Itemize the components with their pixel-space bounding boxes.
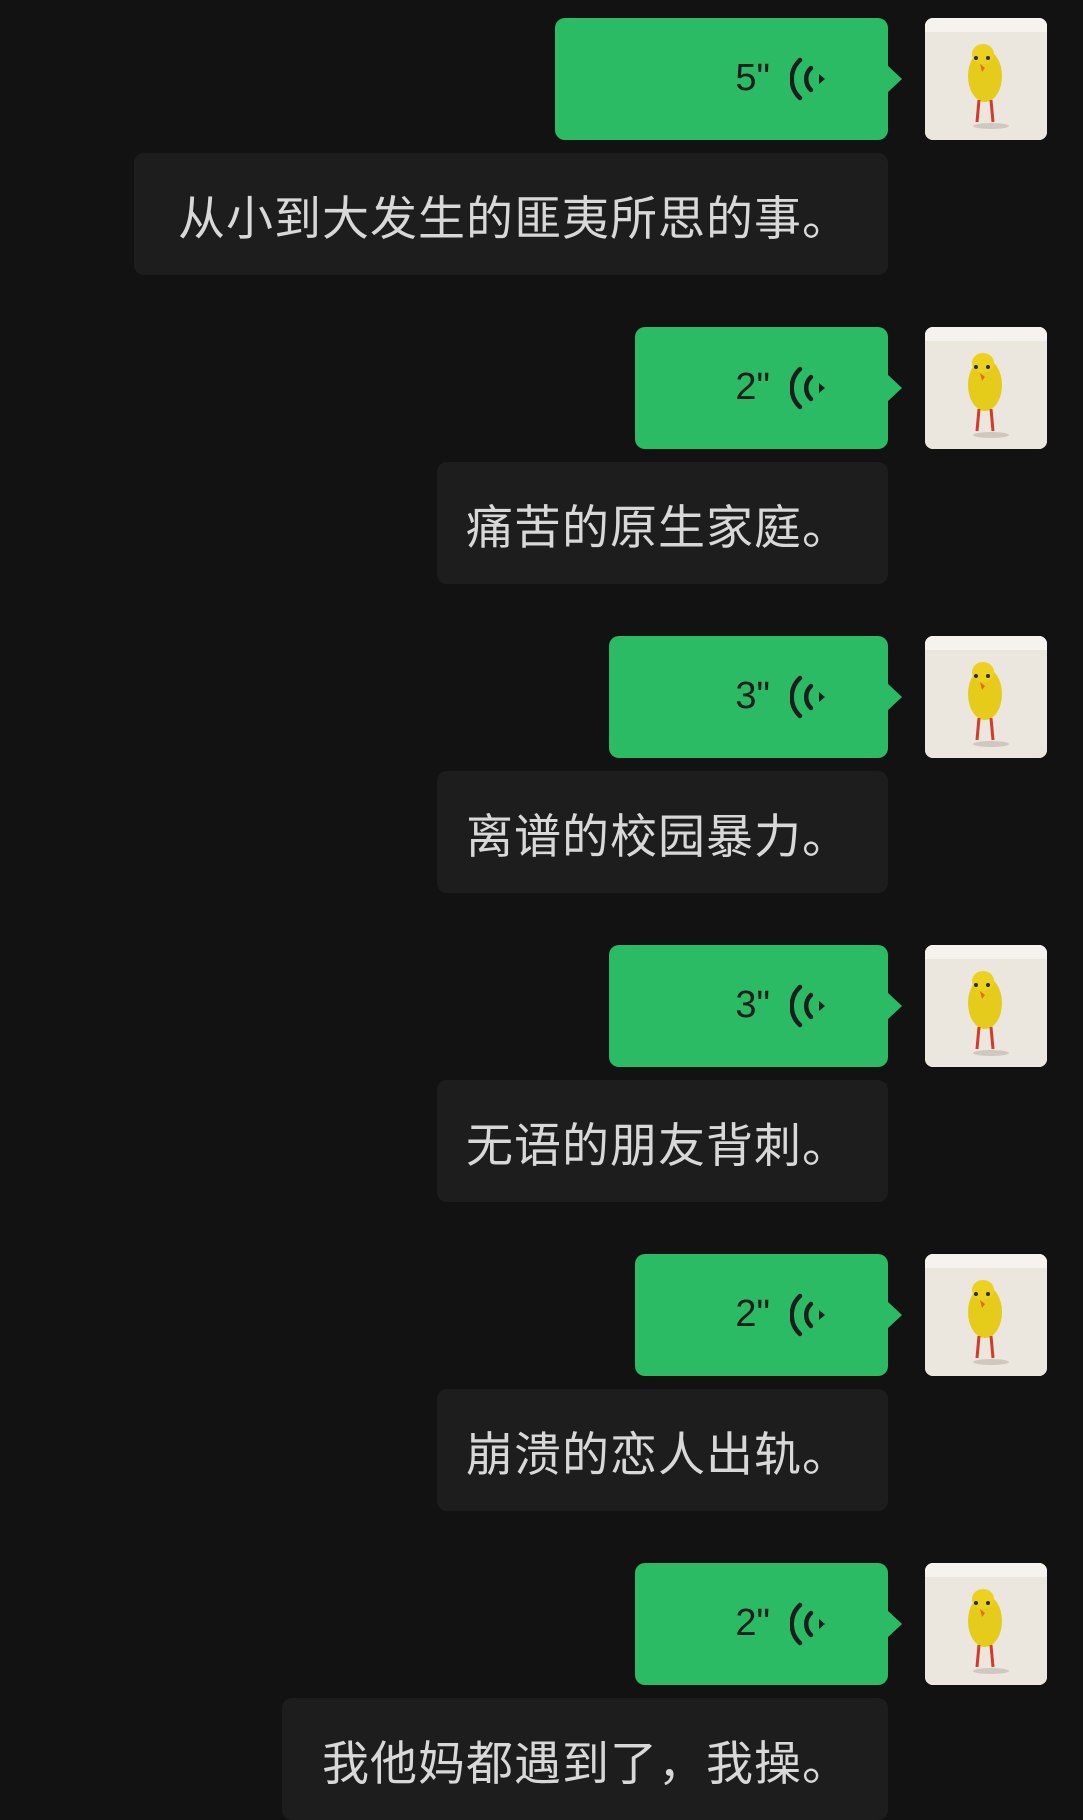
- text-message-bubble[interactable]: 痛苦的原生家庭。: [437, 462, 888, 584]
- message-text: 崩溃的恋人出轨。: [466, 1427, 850, 1483]
- avatar[interactable]: [925, 1563, 1047, 1685]
- chick-avatar-icon: [925, 945, 1047, 1067]
- text-message-bubble[interactable]: 我他妈都遇到了，我操。: [282, 1698, 888, 1820]
- voice-message-bubble[interactable]: 5": [555, 18, 902, 140]
- avatar[interactable]: [925, 327, 1047, 449]
- voice-wave-icon: [790, 366, 825, 410]
- voice-wave-icon: [790, 57, 825, 101]
- voice-message-bubble[interactable]: 2": [635, 1563, 902, 1685]
- bubble-tail: [887, 1301, 902, 1329]
- avatar[interactable]: [925, 636, 1047, 758]
- voice-duration: 3": [735, 675, 770, 717]
- message-text: 离谱的校园暴力。: [466, 809, 850, 865]
- text-message-bubble[interactable]: 从小到大发生的匪夷所思的事。: [134, 153, 888, 275]
- voice-message-bubble[interactable]: 2": [635, 1254, 902, 1376]
- bubble-tail: [887, 992, 902, 1020]
- message-text: 无语的朋友背刺。: [466, 1118, 850, 1174]
- voice-wave-icon: [790, 984, 825, 1028]
- voice-duration: 5": [735, 57, 770, 99]
- voice-wave-icon: [790, 1602, 825, 1646]
- text-message-bubble[interactable]: 无语的朋友背刺。: [437, 1080, 888, 1202]
- voice-duration: 3": [735, 984, 770, 1026]
- message-text: 痛苦的原生家庭。: [466, 500, 850, 556]
- message-text: 从小到大发生的匪夷所思的事。: [178, 191, 850, 247]
- avatar[interactable]: [925, 945, 1047, 1067]
- voice-message-bubble[interactable]: 2": [635, 327, 902, 449]
- voice-duration: 2": [735, 1293, 770, 1335]
- bubble-tail: [887, 374, 902, 402]
- avatar[interactable]: [925, 18, 1047, 140]
- voice-duration: 2": [735, 366, 770, 408]
- voice-wave-icon: [790, 675, 825, 719]
- bubble-tail: [887, 683, 902, 711]
- chick-avatar-icon: [925, 1254, 1047, 1376]
- bubble-tail: [887, 65, 902, 93]
- text-message-bubble[interactable]: 离谱的校园暴力。: [437, 771, 888, 893]
- chick-avatar-icon: [925, 1563, 1047, 1685]
- voice-wave-icon: [790, 1293, 825, 1337]
- avatar[interactable]: [925, 1254, 1047, 1376]
- chick-avatar-icon: [925, 636, 1047, 758]
- voice-message-bubble[interactable]: 3": [609, 636, 902, 758]
- chick-avatar-icon: [925, 327, 1047, 449]
- message-text: 我他妈都遇到了，我操。: [322, 1736, 850, 1792]
- text-message-bubble[interactable]: 崩溃的恋人出轨。: [437, 1389, 888, 1511]
- bubble-tail: [887, 1610, 902, 1638]
- chat-window: 5" 从小到大发生的匪夷所思的事。 2" 痛苦的原生家庭。 3" 离谱的校园暴力…: [0, 0, 1083, 1820]
- voice-duration: 2": [735, 1602, 770, 1644]
- voice-message-bubble[interactable]: 3": [609, 945, 902, 1067]
- chick-avatar-icon: [925, 18, 1047, 140]
